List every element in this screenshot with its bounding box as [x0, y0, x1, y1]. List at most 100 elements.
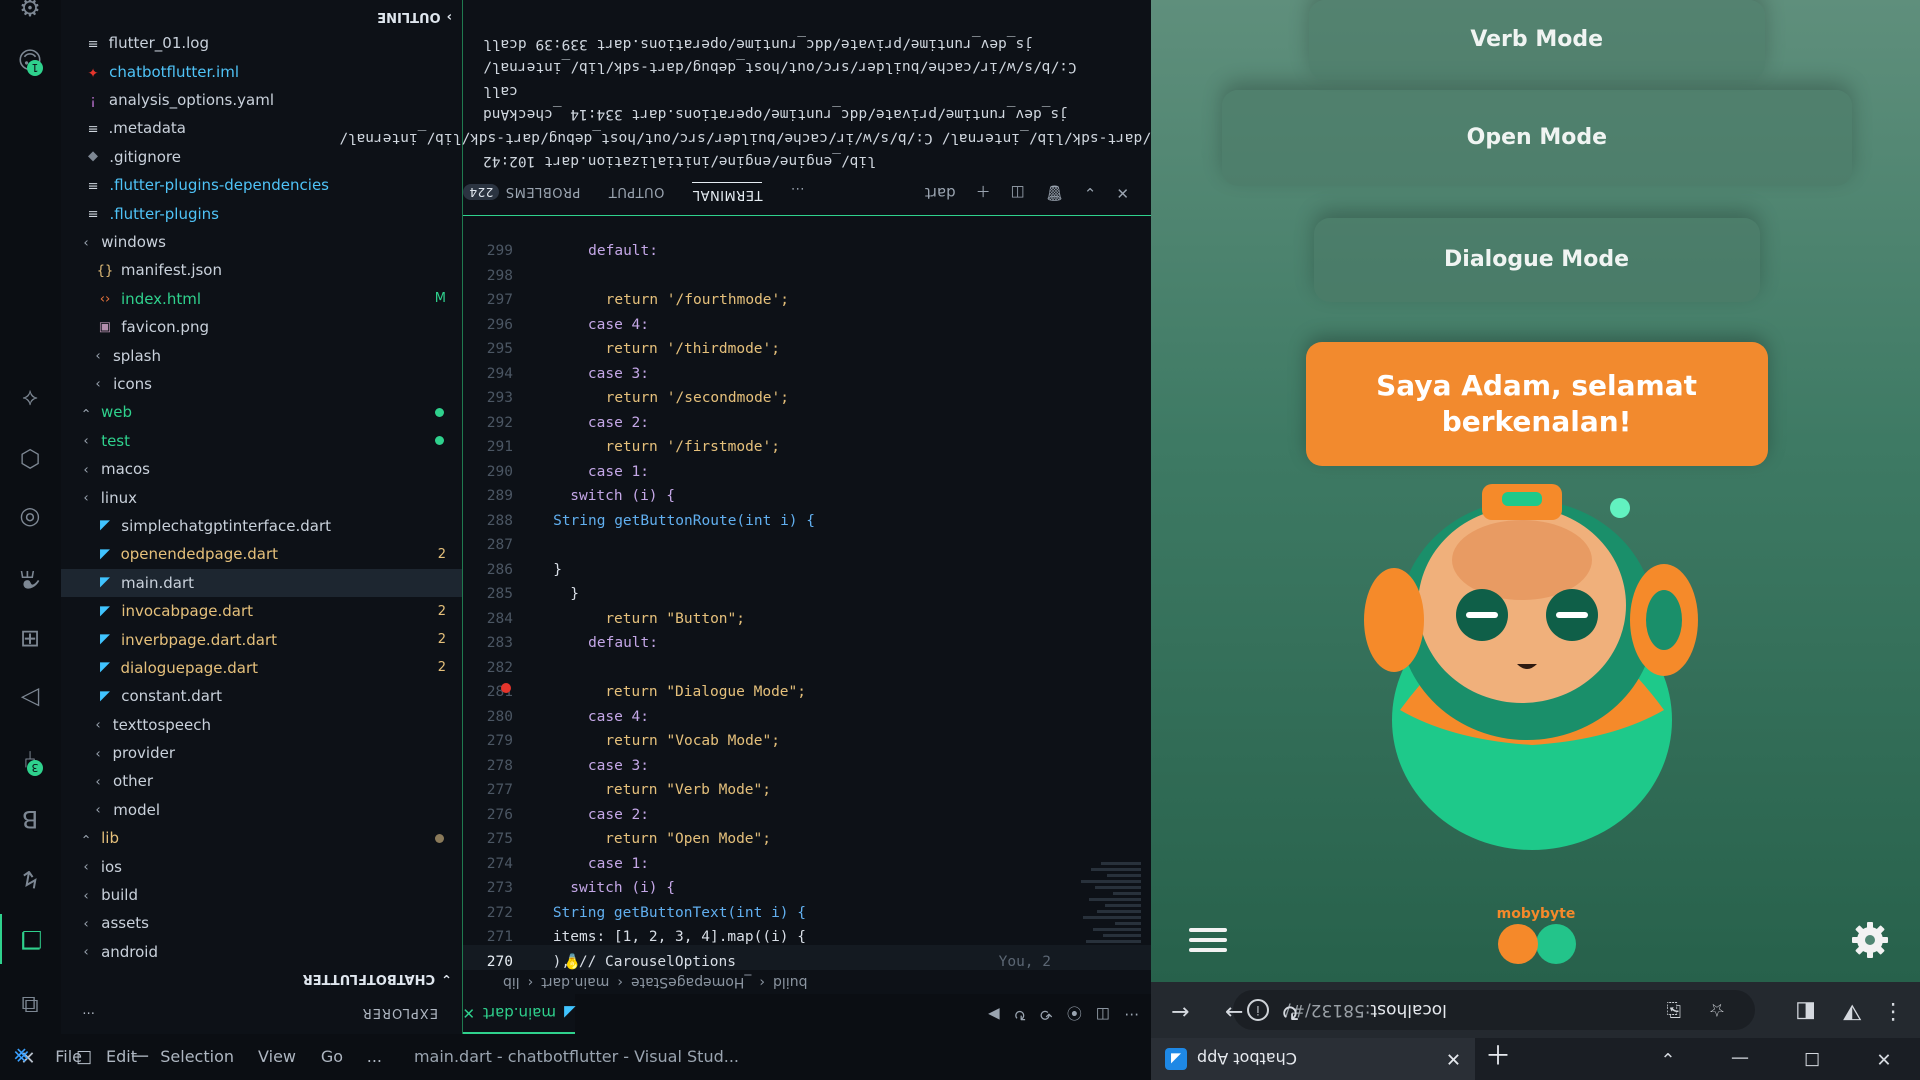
flutter-icon[interactable]: ⟡ — [0, 374, 61, 424]
menu-item[interactable]: Edit — [106, 1048, 137, 1067]
code-line[interactable]: 297 return '/fourthmode'; — [463, 284, 1151, 309]
code-line[interactable]: 270), // CarouselOptions You, 2 💡 — [463, 945, 1151, 970]
code-line[interactable]: 285 } — [463, 578, 1151, 603]
close-tab-icon[interactable]: ✕ — [1446, 1049, 1461, 1070]
bookmark-star-icon[interactable]: ☆ — [1709, 1000, 1725, 1021]
tree-item[interactable]: assets › — [61, 909, 462, 937]
open-mode-button[interactable]: Open Mode — [1222, 90, 1852, 186]
tab-problems[interactable]: PROBLEMS 224 — [463, 184, 580, 201]
tree-item[interactable]: web ⌄ — [61, 398, 462, 426]
explorer-icon[interactable]: ❐ — [0, 914, 61, 964]
verb-mode-button[interactable]: Verb Mode — [1309, 0, 1765, 80]
breadcrumb-item[interactable]: build — [773, 974, 807, 990]
code-line[interactable]: 292 case 2: — [463, 407, 1151, 431]
outline-section-header[interactable]: › OUTLINE — [61, 3, 462, 29]
tree-item[interactable]: lib ⌄ — [61, 824, 462, 852]
new-terminal-icon[interactable]: ＋ — [976, 182, 991, 203]
menu-dots-icon[interactable]: ⋮ — [1882, 999, 1904, 1024]
menu-item[interactable]: Selection — [161, 1048, 235, 1067]
tree-item[interactable]: main.dart ◢ — [61, 568, 462, 597]
breadcrumb-item[interactable]: lib — [503, 974, 520, 990]
close-panel-icon[interactable]: ✕ — [1116, 182, 1129, 203]
tree-item[interactable]: android › — [61, 938, 462, 966]
code-line[interactable]: 273 switch (i) { — [463, 872, 1151, 897]
breadcrumb-item[interactable]: main.dart — [541, 974, 609, 990]
tree-item[interactable]: .gitignore ◆ — [61, 143, 462, 171]
code-line[interactable]: 284 return "Button"; — [463, 603, 1151, 627]
code-line[interactable]: 293 return '/secondmode'; — [463, 382, 1151, 407]
code-line[interactable]: 296 case 4: — [463, 309, 1151, 333]
tab-terminal[interactable]: TERMINAL — [692, 182, 763, 202]
github-icon[interactable]: ◎ — [0, 494, 61, 544]
tree-item[interactable]: .flutter-plugins-dependencies ≡ — [61, 171, 462, 199]
tree-item[interactable]: provider › — [61, 739, 462, 767]
tree-item[interactable]: icons › — [61, 370, 462, 398]
extensions-grid-icon[interactable]: ⊞ — [0, 614, 61, 664]
menu-item[interactable]: File — [55, 1048, 82, 1067]
extensions-icon[interactable]: ⧉ — [0, 980, 61, 1030]
source-control-icon[interactable]: ⑂ 3 — [0, 734, 61, 784]
tree-item[interactable]: texttospeech › — [61, 710, 462, 738]
terminal-shell[interactable]: dart — [925, 182, 956, 203]
code-line[interactable]: 280 case 4: — [463, 701, 1151, 725]
docker-icon[interactable]: ⬡ — [0, 434, 61, 484]
code-line[interactable]: 288 String getButtonRoute(int i) { — [463, 505, 1151, 529]
code-line[interactable]: 283 default: — [463, 627, 1151, 652]
code-view[interactable]: 270), // CarouselOptions You, 2 💡 271 items:… — [463, 200, 1151, 970]
address-bar[interactable]: ☆ ⎘ localhost:58132/#/ i — [1233, 990, 1755, 1030]
close-icon[interactable]: ✕ — [1848, 1049, 1920, 1070]
extensions-icon[interactable]: ⧩ — [1842, 999, 1862, 1024]
more-actions-icon[interactable]: ⋯ — [1124, 1003, 1139, 1024]
tree-item[interactable]: favicon.png ▣ — [61, 313, 462, 341]
menu-item[interactable]: Go — [320, 1048, 342, 1067]
gear-icon[interactable] — [1850, 920, 1890, 960]
tree-item[interactable]: chatbotflutter.iml ✦ — [61, 58, 462, 86]
gear-icon[interactable]: ⚙ — [0, 0, 61, 32]
tab-main-dart[interactable]: ◢ main.dart ✕ — [462, 994, 576, 1034]
split-terminal-icon[interactable]: ◫ — [1011, 182, 1025, 203]
site-info-icon[interactable]: i — [1247, 999, 1269, 1021]
split-editor-icon[interactable]: ◫ — [1096, 1003, 1110, 1024]
bookmark-icon[interactable]: B — [0, 794, 61, 844]
new-tab-button[interactable]: ＋ — [1485, 1037, 1511, 1074]
tree-item[interactable]: ios › — [61, 852, 462, 880]
tree-item[interactable]: flutter_01.log ≡ — [61, 29, 462, 57]
tree-item[interactable]: dialoguepage.dart ◢ 2 — [61, 654, 462, 682]
tree-item[interactable]: index.html ‹› M — [61, 285, 462, 313]
code-line[interactable]: 276 case 2: — [463, 799, 1151, 823]
tree-item[interactable]: test › — [61, 427, 462, 455]
forward-icon[interactable]: → — [1225, 999, 1243, 1024]
breadcrumb-item[interactable]: _HomepageState — [631, 974, 751, 990]
tree-item[interactable]: .flutter-plugins ≡ — [61, 199, 462, 227]
tree-item[interactable]: inverbpage.dart.dart ◢ 2 — [61, 625, 462, 653]
code-line[interactable]: 275 return "Open Mode"; — [463, 823, 1151, 848]
tree-item[interactable]: windows › — [61, 228, 462, 256]
tree-item[interactable]: constant.dart ◢ — [61, 682, 462, 710]
code-line[interactable]: 294 case 3: — [463, 358, 1151, 382]
code-line[interactable]: 290 case 1: — [463, 456, 1151, 480]
close-tab-icon[interactable]: ✕ — [462, 1004, 475, 1022]
tree-item[interactable]: invocabpage.dart ◢ 2 — [61, 597, 462, 625]
menu-item[interactable]: View — [258, 1048, 296, 1067]
code-line[interactable]: 295 return '/thirdmode'; — [463, 333, 1151, 358]
lightbulb-icon[interactable]: 💡 — [563, 952, 582, 970]
maximize-icon[interactable]: ☐ — [1776, 1049, 1848, 1070]
tree-item[interactable]: manifest.json {} — [61, 256, 462, 284]
hamburger-menu-icon[interactable] — [1189, 922, 1227, 952]
tree-item[interactable]: model › — [61, 796, 462, 824]
chevron-down-icon[interactable]: ⌄ — [1084, 182, 1097, 203]
code-line[interactable]: 298 — [463, 260, 1151, 284]
browser-tab[interactable]: ◢ Chatbot App ✕ — [1151, 1038, 1475, 1080]
share-icon[interactable]: ⎘ — [1667, 1000, 1681, 1021]
side-panel-icon[interactable]: ◧ — [1795, 999, 1816, 1024]
code-line[interactable]: 271 items: [1, 2, 3, 4].map((i) { — [463, 921, 1151, 946]
tree-item[interactable]: macos › — [61, 455, 462, 483]
code-line[interactable]: 272 String getButtonText(int i) { — [463, 897, 1151, 921]
code-line[interactable]: 282 — [463, 652, 1151, 676]
hot-reload-icon[interactable]: ↻ — [1014, 1003, 1027, 1024]
tree-item[interactable]: openendedpage.dart ◢ 2 — [61, 540, 462, 568]
tree-item[interactable]: other › — [61, 767, 462, 795]
back-icon[interactable]: ← — [1171, 999, 1189, 1024]
code-line[interactable]: 289 switch (i) { — [463, 480, 1151, 505]
tree-item[interactable]: analysis_options.yaml! — [61, 86, 462, 114]
